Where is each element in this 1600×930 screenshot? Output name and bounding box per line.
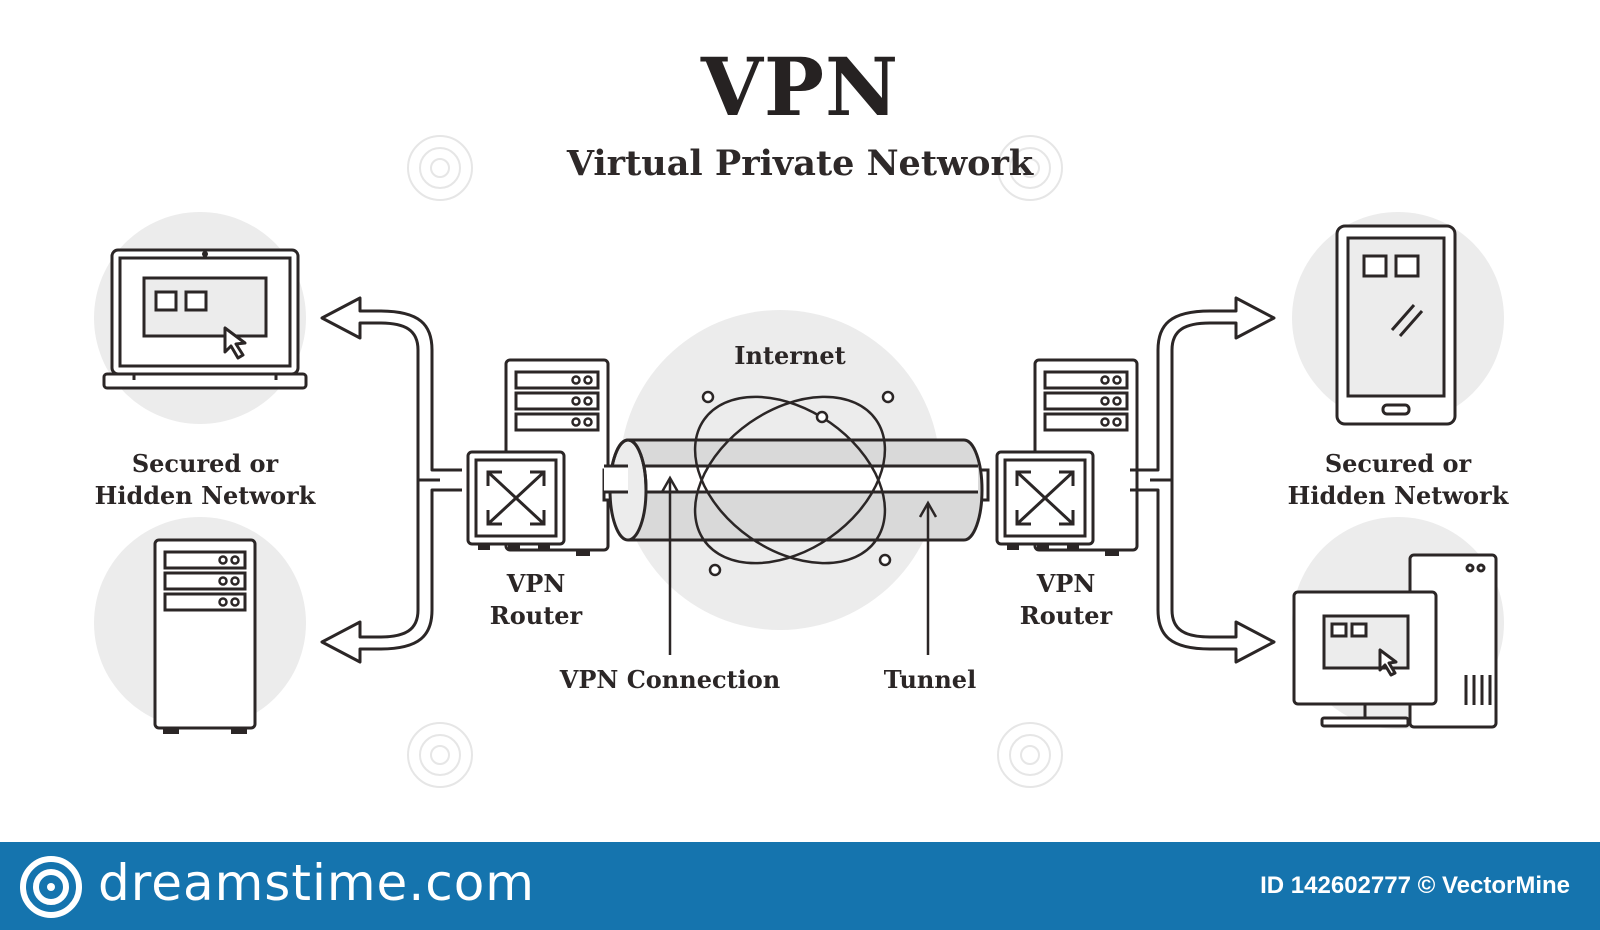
page-subtitle: Virtual Private Network	[566, 143, 1034, 184]
tunnel-label: Tunnel	[883, 665, 977, 694]
vpn-connection-label: VPN Connection	[559, 665, 781, 694]
server-tower-icon	[153, 538, 257, 736]
laptop-icon	[102, 248, 308, 390]
right-network-label: Secured or Hidden Network	[1287, 449, 1509, 510]
footer-image-id: ID 142602777 © VectorMine	[1260, 872, 1570, 899]
left-network-label: Secured or Hidden Network	[94, 449, 316, 510]
footer-bar: dreamstime.com ID 142602777 © VectorMine	[0, 842, 1600, 930]
tunnel-pipe	[602, 438, 990, 542]
page-title: VPN	[700, 40, 900, 134]
tablet-icon	[1335, 224, 1457, 426]
footer-logo-text[interactable]: dreamstime.com	[98, 854, 535, 912]
left-bracket-arrows	[320, 296, 462, 664]
right-vpn-router-icon	[995, 358, 1139, 558]
right-router-label: VPN Router	[1019, 569, 1113, 630]
internet-label: Internet	[734, 341, 846, 370]
dreamstime-logo-icon	[20, 856, 82, 918]
left-vpn-router-icon	[466, 358, 610, 558]
right-bracket-arrows	[1130, 296, 1276, 664]
left-router-label: VPN Router	[489, 569, 583, 630]
